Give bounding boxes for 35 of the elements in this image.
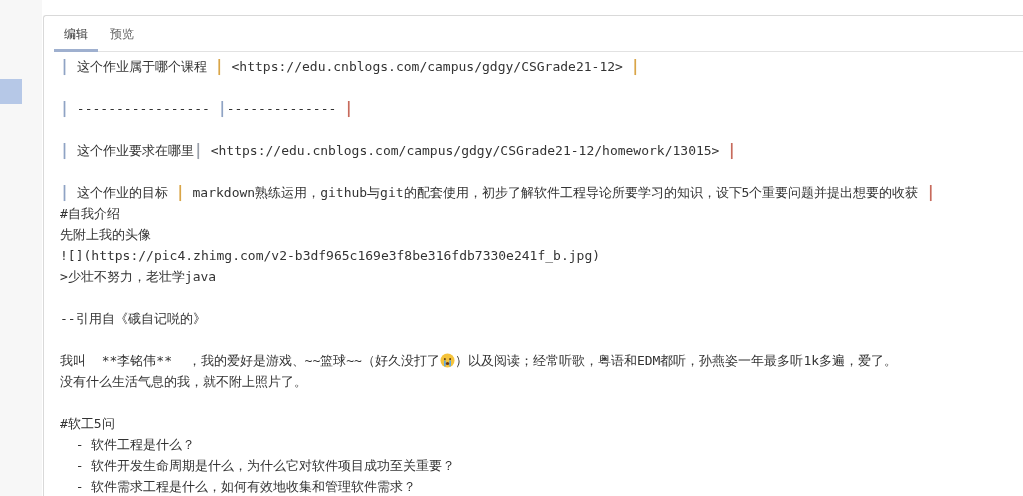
pipe-mark: |	[214, 56, 224, 77]
pipe-mark: |	[217, 98, 227, 119]
crying-emoji-icon	[439, 353, 455, 368]
code-text: <https://edu.cnblogs.com/campus/gdgy/CSGrade21-12/homework/13015>	[209, 142, 721, 160]
code-text: markdown熟练运用，github与git的配套使用，初步了解软件工程导论所要学习的知识，设下5个重要问题并提出想要的收获	[191, 184, 920, 202]
pipe-mark: |	[630, 56, 640, 77]
pipe-mark: |	[60, 98, 70, 119]
tab[interactable]: 预览	[100, 26, 144, 52]
code-text: 我叫 **李铭伟** ，我的爱好是游戏、~~篮球~~（好久没打了	[60, 352, 440, 370]
code-text: #自我介绍	[60, 205, 120, 223]
code-text: 这个作业要求在哪里	[75, 142, 194, 160]
pipe-mark: |	[926, 182, 936, 203]
code-text: - 软件需求工程是什么，如何有效地收集和管理软件需求？	[74, 478, 417, 496]
code-text: - 软件工程是什么？	[74, 436, 196, 454]
code-text: - 软件开发生命周期是什么，为什么它对软件项目成功至关重要？	[74, 457, 456, 475]
code-text: 这个作业的目标	[75, 184, 169, 202]
code-text: --------------	[226, 100, 338, 118]
pipe-mark: |	[60, 182, 70, 203]
code-text: 这个作业属于哪个课程	[75, 58, 208, 76]
code-text: --引用自《硪自记哾的》	[60, 310, 206, 328]
code-text: 先附上我的头像	[60, 226, 151, 244]
code-text: 没有什么生活气息的我，就不附上照片了。	[60, 373, 307, 391]
code-text: -----------------	[75, 100, 211, 118]
pipe-mark: |	[60, 140, 70, 161]
pipe-mark: |	[175, 182, 185, 203]
pipe-mark: |	[344, 98, 354, 119]
code-text: >少壮不努力，老壮学java	[60, 268, 217, 286]
pipe-mark: |	[727, 140, 737, 161]
tab[interactable]: 编辑	[54, 26, 98, 52]
code-text: ）以及阅读；经常听歌，粤语和EDM都听，孙燕姿一年最多听1k多遍，爱了。	[454, 352, 898, 370]
code-text: ![](https://pic4.zhimg.com/v2-b3df965c169e3f8be316fdb7330e241f_b.jpg)	[60, 247, 601, 265]
pipe-mark: |	[193, 140, 203, 161]
pipe-mark: |	[60, 56, 70, 77]
code-text: #软工5问	[60, 415, 115, 433]
code-text: <https://edu.cnblogs.com/campus/gdgy/CSGrade21-12>	[230, 58, 624, 76]
